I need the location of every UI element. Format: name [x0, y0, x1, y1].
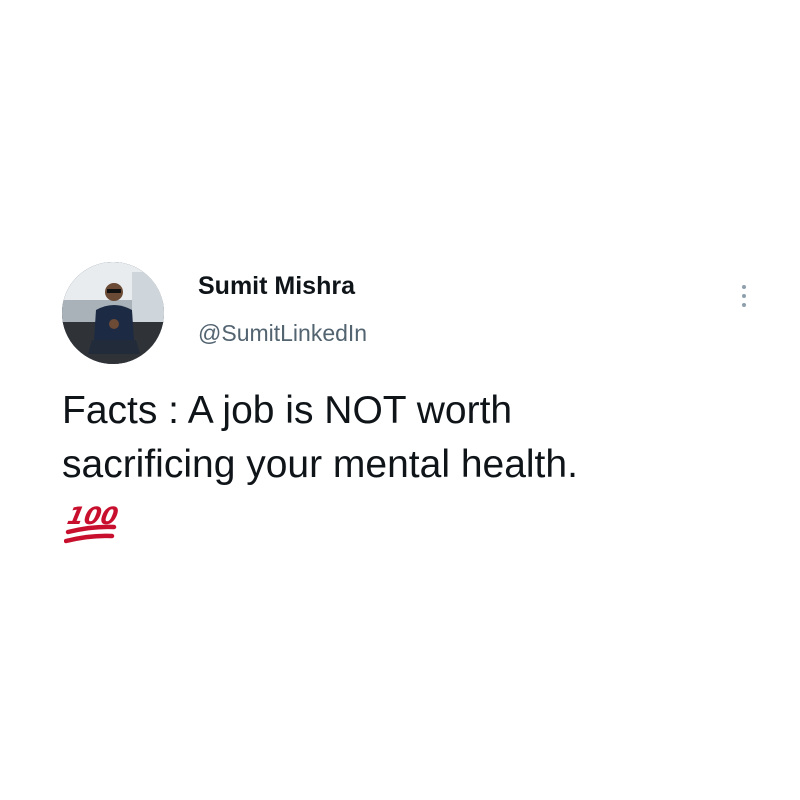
tweet-card: Sumit Mishra @SumitLinkedIn Facts : A jo… [0, 0, 800, 800]
author-display-name[interactable]: Sumit Mishra [198, 272, 355, 301]
more-options-button[interactable] [732, 280, 756, 312]
more-dot [742, 294, 746, 298]
tweet-text-line: sacrificing your mental health. [62, 443, 578, 486]
tweet-text: Facts : A job is NOT worth sacrificing y… [62, 384, 742, 492]
tweet-text-line: Facts : A job is NOT worth [62, 389, 513, 432]
more-dot [742, 303, 746, 307]
hundred-points-emoji: 100 [63, 496, 121, 552]
more-options-vertical-icon [742, 285, 746, 289]
avatar[interactable] [62, 262, 164, 364]
author-handle[interactable]: @SumitLinkedIn [198, 320, 367, 347]
